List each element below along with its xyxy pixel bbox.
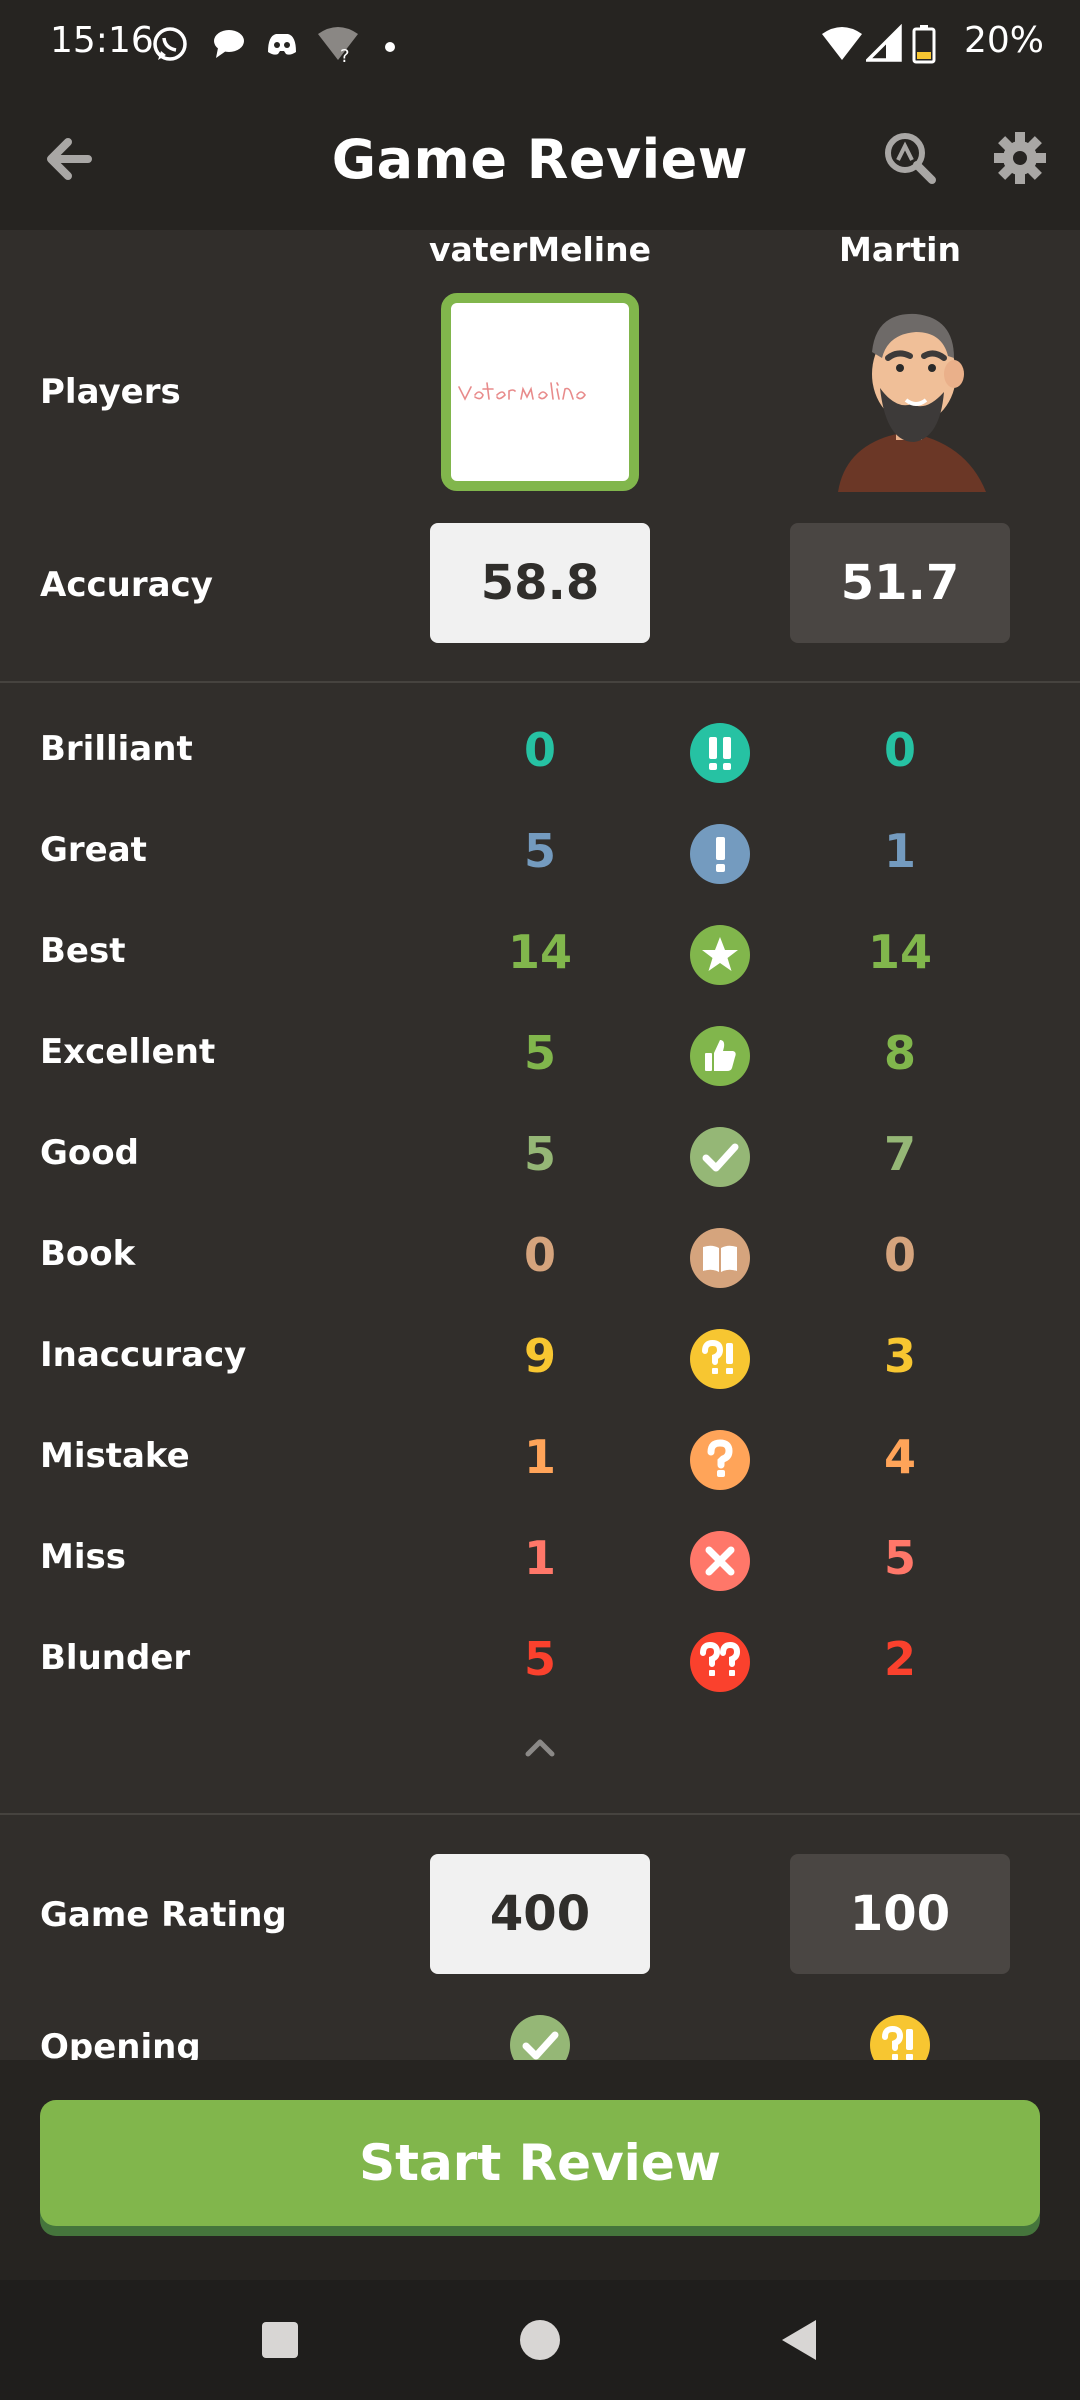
stat-label: Good (40, 1133, 139, 1173)
stat-label: Miss (40, 1537, 126, 1577)
circle-icon (520, 2320, 560, 2360)
black-count: 3 (883, 1329, 916, 1383)
home-button[interactable] (516, 2316, 564, 2364)
system-back-button[interactable] (776, 2316, 824, 2364)
black-count: 14 (867, 925, 932, 979)
white-count: 0 (523, 1228, 556, 1282)
players-label: Players (40, 372, 181, 412)
battery-percent: 20% (963, 20, 1044, 61)
recents-button[interactable] (256, 2316, 304, 2364)
book-icon (690, 1228, 750, 1288)
chevron-up-icon (525, 1739, 555, 1757)
stat-row-best: Best 14 14 (0, 905, 1080, 1005)
white-player-name: vaterMeline (429, 230, 651, 269)
svg-text:?: ? (340, 46, 350, 64)
black-count: 7 (883, 1127, 916, 1181)
great-icon (690, 824, 750, 884)
wifi-unknown-icon: ? (316, 24, 360, 68)
best-icon (690, 925, 750, 985)
wifi-icon (820, 24, 864, 68)
stat-row-brilliant: Brilliant 0 0 (0, 703, 1080, 803)
system-nav-bar (0, 2280, 1080, 2400)
stat-label: Book (40, 1234, 136, 1274)
opening-label: Opening (40, 2027, 201, 2060)
white-game-rating: 400 (430, 1854, 650, 1974)
divider (0, 1813, 1080, 1815)
black-count: 0 (883, 723, 916, 777)
blunder-icon (690, 1632, 750, 1692)
white-count: 1 (523, 1531, 556, 1585)
white-count: 5 (523, 1632, 556, 1686)
white-player-avatar[interactable] (441, 293, 639, 491)
white-count: 5 (523, 1026, 556, 1080)
review-content[interactable]: vaterMeline Martin Players Accuracy 58.8… (0, 230, 1080, 2060)
magnifier-icon (885, 133, 936, 184)
stat-row-good: Good 5 7 (0, 1107, 1080, 1207)
game-rating-label: Game Rating (40, 1895, 287, 1935)
status-bar: 15:16 ? 20% (0, 0, 1080, 88)
stat-label: Excellent (40, 1032, 216, 1072)
stat-row-excellent: Excellent 5 8 (0, 1006, 1080, 1106)
stat-label: Great (40, 830, 147, 870)
stat-label: Brilliant (40, 729, 193, 769)
analysis-button[interactable] (880, 128, 940, 188)
stat-label: Blunder (40, 1638, 191, 1678)
discord-icon (262, 24, 302, 68)
black-accuracy: 51.7 (790, 523, 1010, 643)
black-count: 0 (883, 1228, 916, 1282)
black-player-avatar[interactable] (826, 292, 996, 492)
white-count: 5 (523, 1127, 556, 1181)
start-review-button[interactable]: Start Review (40, 2100, 1040, 2226)
black-count: 4 (883, 1430, 916, 1484)
stat-row-book: Book 0 0 (0, 1208, 1080, 1308)
brilliant-icon (690, 723, 750, 783)
black-count: 1 (883, 824, 916, 878)
white-accuracy: 58.8 (430, 523, 650, 643)
white-count: 0 (523, 723, 556, 777)
black-count: 5 (883, 1531, 916, 1585)
divider (0, 681, 1080, 683)
cell-signal-icon (863, 23, 902, 68)
mistake-icon (690, 1430, 750, 1490)
app-header: Game Review (0, 88, 1080, 230)
chat-icon (208, 24, 248, 68)
black-count: 8 (883, 1026, 916, 1080)
collapse-button[interactable] (516, 1732, 564, 1762)
bearded-man-avatar (838, 313, 986, 492)
bottom-panel: Start Review (0, 2060, 1080, 2280)
handwritten-signature (458, 382, 586, 401)
status-time: 15:16 (50, 20, 154, 61)
black-player-name: Martin (839, 230, 961, 269)
stat-label: Inaccuracy (40, 1335, 247, 1375)
white-count: 9 (523, 1329, 556, 1383)
stat-row-mistake: Mistake 1 4 (0, 1410, 1080, 1510)
stat-row-miss: Miss 1 5 (0, 1511, 1080, 1611)
notification-dot-icon (384, 38, 396, 57)
square-icon (262, 2322, 298, 2358)
white-count: 14 (507, 925, 572, 979)
good-icon (510, 2015, 570, 2060)
triangle-back-icon (782, 2320, 816, 2360)
gear-icon (994, 132, 1046, 184)
good-icon (690, 1127, 750, 1187)
black-count: 2 (883, 1632, 916, 1686)
inaccuracy-icon (690, 1329, 750, 1389)
settings-button[interactable] (990, 128, 1050, 188)
white-count: 5 (523, 824, 556, 878)
whatsapp-icon (150, 24, 190, 68)
white-count: 1 (523, 1430, 556, 1484)
stat-row-blunder: Blunder 5 2 (0, 1612, 1080, 1712)
miss-icon (690, 1531, 750, 1591)
stat-label: Best (40, 931, 126, 971)
stat-row-inaccuracy: Inaccuracy 9 3 (0, 1309, 1080, 1409)
black-game-rating: 100 (790, 1854, 1010, 1974)
accuracy-label: Accuracy (40, 565, 213, 605)
stat-label: Mistake (40, 1436, 190, 1476)
inaccuracy-icon (870, 2015, 930, 2060)
excellent-icon (690, 1026, 750, 1086)
battery-icon (912, 24, 936, 68)
stat-row-great: Great 5 1 (0, 804, 1080, 904)
